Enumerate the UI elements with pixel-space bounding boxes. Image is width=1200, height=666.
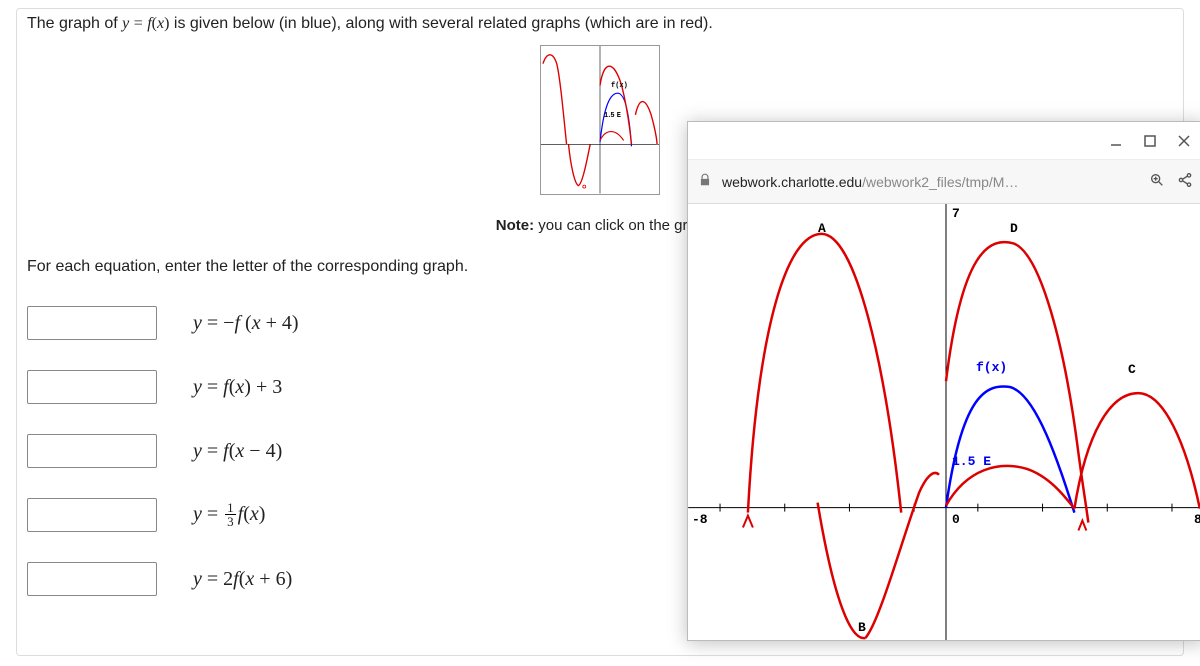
maximize-icon[interactable] <box>1142 133 1158 149</box>
window-titlebar <box>688 122 1200 160</box>
graph-label-d: D <box>1010 221 1018 236</box>
share-icon[interactable] <box>1176 172 1194 191</box>
answer-input-1[interactable] <box>27 306 157 340</box>
note-text: you can click on the grap <box>534 217 704 234</box>
graph-label-e: 1.5 E <box>952 454 991 469</box>
address-bar: webwork.charlotte.edu/webwork2_files/tmp… <box>688 160 1200 204</box>
lock-icon <box>698 173 712 190</box>
thumb-fx-label: f(x) <box>611 82 628 90</box>
graph-canvas[interactable]: A B C D 1.5 E f(x) -8 8 7 0 <box>688 204 1200 640</box>
graph-label-c: C <box>1128 362 1136 377</box>
answer-input-2[interactable] <box>27 370 157 404</box>
minimize-icon[interactable] <box>1108 133 1124 149</box>
graph-label-fx: f(x) <box>976 360 1007 375</box>
intro-text: The graph of y = f(x) is given below (in… <box>27 15 1173 33</box>
answer-input-4[interactable] <box>27 498 157 532</box>
answer-input-3[interactable] <box>27 434 157 468</box>
note-label: Note: <box>496 217 534 234</box>
popup-window: webwork.charlotte.edu/webwork2_files/tmp… <box>687 121 1200 641</box>
url-text[interactable]: webwork.charlotte.edu/webwork2_files/tmp… <box>722 174 1018 190</box>
zoom-icon[interactable] <box>1148 172 1166 191</box>
graph-label-a: A <box>818 221 826 236</box>
intro-mid: is given below (in blue), along with sev… <box>174 15 713 32</box>
graph-label-b: B <box>858 620 866 635</box>
graph-ymax: 7 <box>952 206 960 221</box>
problem-container: The graph of y = f(x) is given below (in… <box>16 8 1184 656</box>
equation-3: y = f(x − 4) <box>193 440 282 463</box>
graph-xmin: -8 <box>692 512 708 527</box>
graph-thumbnail-svg <box>541 46 659 194</box>
graph-xmax: 8 <box>1194 512 1200 527</box>
equation-2: y = f(x) + 3 <box>193 376 282 399</box>
equation-5: y = 2f(x + 6) <box>193 568 292 591</box>
intro-prefix: The graph of <box>27 15 122 32</box>
equation-4: y = 13f(x) <box>193 502 265 529</box>
graph-thumbnail[interactable]: f(x) 1.5 E <box>540 45 660 195</box>
close-icon[interactable] <box>1176 133 1192 149</box>
answer-input-5[interactable] <box>27 562 157 596</box>
graph-svg <box>688 204 1200 640</box>
equation-1: y = −f (x + 4) <box>193 312 299 335</box>
graph-origin: 0 <box>952 512 960 527</box>
